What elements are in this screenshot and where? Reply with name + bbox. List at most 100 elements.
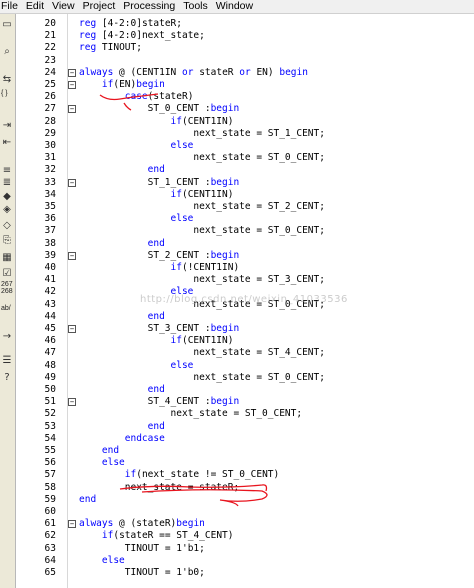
fold-toggle-icon[interactable]: − (68, 520, 76, 529)
line-number: 26 (44, 91, 56, 103)
fold-toggle-icon[interactable]: − (68, 398, 76, 407)
line-number: 52 (44, 408, 56, 420)
line-number: 48 (44, 359, 56, 371)
code-line[interactable]: 60 (0, 506, 474, 518)
code-line[interactable]: 55 end (0, 445, 474, 457)
line-number: 32 (44, 164, 56, 176)
code-line[interactable]: 50 end (0, 384, 474, 396)
code-line[interactable]: 24 − always @ (CENT1IN or stateR or EN) be… (0, 67, 474, 79)
fold-toggle-icon[interactable]: − (68, 81, 76, 89)
code-line[interactable]: 26 case(stateR) (0, 91, 474, 103)
code-text: else (170, 140, 194, 151)
code-line[interactable]: 65 TINOUT = 1'b0; (0, 567, 474, 579)
code-text: if(CENT1IN) (170, 115, 234, 127)
line-number: 30 (44, 140, 56, 151)
line-number: 53 (44, 420, 56, 432)
code-line[interactable]: 52 next_state = ST_0_CENT; (0, 408, 474, 420)
menu-window[interactable]: Window (212, 0, 257, 13)
line-number: 42 (44, 286, 56, 298)
line-number: 31 (44, 152, 56, 164)
code-text: if(next_state != ST_0_CENT) (124, 469, 280, 481)
code-line[interactable]: 28 if(CENT1IN) (0, 116, 474, 128)
code-line[interactable]: 59 end (0, 494, 474, 506)
code-line[interactable]: 20 reg [4-2:0]stateR; (0, 18, 474, 30)
menu-file[interactable]: File (0, 0, 22, 13)
code-text: next_state = ST_4_CENT; (193, 347, 325, 359)
line-number: 34 (44, 188, 56, 200)
line-number: 64 (44, 554, 56, 566)
code-line[interactable]: 32 end (0, 164, 474, 176)
line-number: 60 (44, 506, 56, 517)
fold-toggle-icon[interactable]: − (68, 105, 76, 114)
code-text: end (147, 384, 165, 395)
code-line[interactable]: 44 end (0, 311, 474, 323)
code-line[interactable]: 36 else (0, 213, 474, 225)
code-line[interactable]: 51 − ST_4_CENT :begin (0, 396, 474, 408)
code-line[interactable]: 45 − ST_3_CENT :begin (0, 323, 474, 335)
code-line[interactable]: 58 next_state = stateR; (0, 482, 474, 494)
line-number: 63 (44, 542, 56, 554)
code-line[interactable]: 61 − always @ (stateR)begin (0, 518, 474, 530)
code-line[interactable]: 39 − ST_2_CENT :begin (0, 250, 474, 262)
code-line[interactable]: 57 if(next_state != ST_0_CENT) (0, 469, 474, 481)
line-number: 54 (44, 432, 56, 444)
fold-toggle-icon[interactable]: − (68, 325, 76, 333)
watermark: http://blog.csdn.net/weixin_41033536 (140, 294, 348, 305)
code-text: next_state = ST_2_CENT; (193, 201, 325, 212)
code-line[interactable]: 41 next_state = ST_3_CENT; (0, 274, 474, 286)
code-text: if(CENT1IN) (170, 335, 234, 347)
code-line[interactable]: 37 next_state = ST_0_CENT; (0, 225, 474, 237)
code-line[interactable]: 62 if(stateR == ST_4_CENT) (0, 530, 474, 542)
code-line[interactable]: 34 if(CENT1IN) (0, 189, 474, 201)
code-line[interactable]: 56 else (0, 457, 474, 469)
line-number: 51 (44, 396, 56, 408)
line-number: 23 (44, 54, 56, 66)
code-text: ST_1_CENT :begin (147, 176, 240, 188)
fold-toggle-icon[interactable]: − (68, 178, 76, 187)
code-line[interactable]: 64 else (0, 555, 474, 567)
line-number: 56 (44, 457, 56, 469)
code-line[interactable]: 23 (0, 55, 474, 67)
line-number: 35 (44, 201, 56, 212)
code-line[interactable]: 54 endcase (0, 433, 474, 445)
code-line[interactable]: 22 reg TINOUT; (0, 42, 474, 54)
code-line[interactable]: 31 next_state = ST_0_CENT; (0, 152, 474, 164)
line-number: 44 (44, 310, 56, 322)
menu-project[interactable]: Project (79, 0, 120, 13)
code-text: end (147, 310, 165, 322)
menu-tools[interactable]: Tools (179, 0, 212, 13)
code-line[interactable]: 38 end (0, 238, 474, 250)
code-text: reg [4-2:0]stateR; (79, 18, 182, 29)
code-line[interactable]: 30 else (0, 140, 474, 152)
fold-toggle-icon[interactable]: − (68, 68, 76, 77)
line-number: 27 (44, 103, 56, 115)
code-line[interactable]: 33 − ST_1_CENT :begin (0, 177, 474, 189)
line-number: 45 (44, 323, 56, 334)
code-line[interactable]: 47 next_state = ST_4_CENT; (0, 347, 474, 359)
code-line[interactable]: 40 if(!CENT1IN) (0, 262, 474, 274)
code-line[interactable]: 53 end (0, 421, 474, 433)
code-text: else (101, 554, 125, 566)
line-number: 25 (44, 79, 56, 90)
line-number: 28 (44, 115, 56, 127)
code-line[interactable]: 63 TINOUT = 1'b1; (0, 543, 474, 555)
code-line[interactable]: 21 reg [4-2:0]next_state; (0, 30, 474, 42)
menu-view[interactable]: View (48, 0, 79, 13)
code-text: else (101, 457, 125, 469)
fold-toggle-icon[interactable]: − (68, 251, 76, 260)
code-text: end (147, 420, 165, 432)
code-line[interactable]: 48 else (0, 360, 474, 372)
code-text: always @ (CENT1IN or stateR or EN) begin (79, 66, 308, 78)
code-line[interactable]: 46 if(CENT1IN) (0, 335, 474, 347)
code-line[interactable]: 29 next_state = ST_1_CENT; (0, 128, 474, 140)
line-number: 50 (44, 384, 56, 395)
line-number: 43 (44, 298, 56, 310)
code-line[interactable]: 27 − ST_0_CENT :begin (0, 103, 474, 115)
menu-edit[interactable]: Edit (22, 0, 48, 13)
menu-processing[interactable]: Processing (119, 0, 179, 13)
code-text: ST_4_CENT :begin (147, 396, 240, 408)
line-number: 65 (44, 567, 56, 578)
code-line[interactable]: 49 next_state = ST_0_CENT; (0, 372, 474, 384)
code-line[interactable]: 35 next_state = ST_2_CENT; (0, 201, 474, 213)
code-line[interactable]: 25 − if(EN)begin (0, 79, 474, 91)
